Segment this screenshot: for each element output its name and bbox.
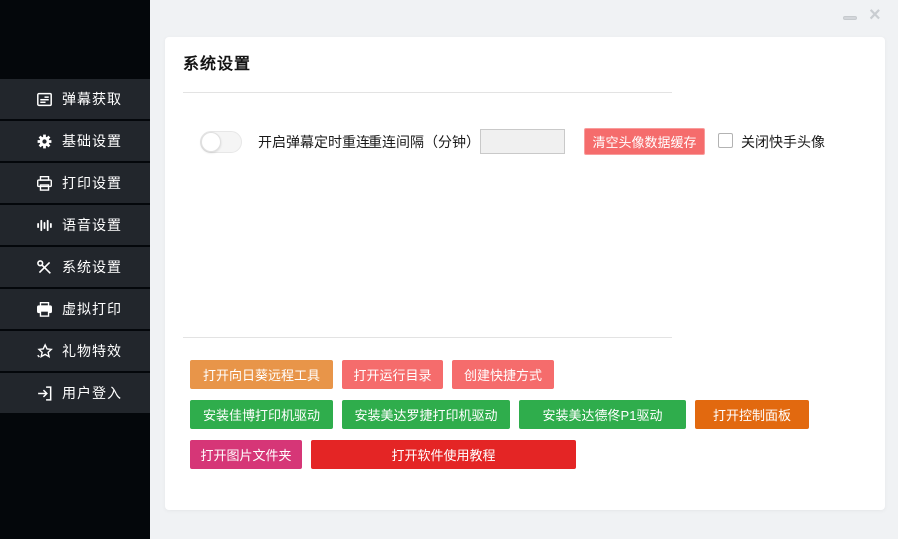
page-title: 系统设置 <box>183 50 251 74</box>
sidebar-item-voice-settings[interactable]: 语音设置 <box>0 205 150 245</box>
sidebar-item-label: 系统设置 <box>62 257 122 277</box>
action-button-rows: 打开向日葵远程工具 打开运行目录 创建快捷方式 安装佳博打印机驱动 安装美达罗捷… <box>190 360 809 480</box>
sidebar-item-label: 打印设置 <box>62 173 122 193</box>
sidebar-item-label: 礼物特效 <box>62 341 122 361</box>
settings-panel: 系统设置 开启弹幕定时重连 重连间隔（分钟） 清空头像数据缓存 关闭快手头像 打… <box>165 37 885 510</box>
gear-icon <box>36 133 53 150</box>
sidebar-item-basic-settings[interactable]: 基础设置 <box>0 121 150 161</box>
install-jiabo-printer-driver-button[interactable]: 安装佳博打印机驱动 <box>190 400 333 429</box>
divider <box>183 337 672 338</box>
action-row-2: 安装佳博打印机驱动 安装美达罗捷打印机驱动 安装美达德佟P1驱动 打开控制面板 <box>190 400 809 429</box>
open-control-panel-button[interactable]: 打开控制面板 <box>695 400 809 429</box>
sidebar-item-gift-effects[interactable]: 礼物特效 <box>0 331 150 371</box>
reconnect-interval-input[interactable] <box>480 129 565 154</box>
sidebar-item-label: 基础设置 <box>62 131 122 151</box>
open-run-directory-button[interactable]: 打开运行目录 <box>342 360 443 389</box>
minimize-button[interactable] <box>836 0 864 30</box>
divider <box>183 92 672 93</box>
sidebar-item-label: 用户登入 <box>62 383 122 403</box>
create-shortcut-button[interactable]: 创建快捷方式 <box>452 360 554 389</box>
voice-wave-icon <box>36 217 53 234</box>
close-icon: × <box>869 2 881 28</box>
danmaku-list-icon <box>36 91 53 108</box>
open-sunflower-remote-button[interactable]: 打开向日葵远程工具 <box>190 360 333 389</box>
action-row-1: 打开向日葵远程工具 打开运行目录 创建快捷方式 <box>190 360 809 389</box>
sidebar-item-label: 语音设置 <box>62 215 122 235</box>
close-kuaishou-avatar-label: 关闭快手头像 <box>741 134 825 150</box>
sidebar-item-user-login[interactable]: 用户登入 <box>0 373 150 413</box>
action-row-3: 打开图片文件夹 打开软件使用教程 <box>190 440 809 469</box>
virtual-printer-icon <box>36 301 53 318</box>
app-window: 弹幕获取 基础设置 <box>0 0 898 539</box>
login-icon <box>36 385 53 402</box>
reconnect-interval-label: 重连间隔（分钟） <box>368 134 480 150</box>
sidebar-item-system-settings[interactable]: 系统设置 <box>0 247 150 287</box>
sidebar-nav: 弹幕获取 基础设置 <box>0 79 150 415</box>
toggle-knob <box>201 132 221 152</box>
install-meida-luojie-printer-driver-button[interactable]: 安装美达罗捷打印机驱动 <box>342 400 510 429</box>
gift-star-icon <box>36 343 53 360</box>
sidebar: 弹幕获取 基础设置 <box>0 0 150 539</box>
clear-avatar-cache-button[interactable]: 清空头像数据缓存 <box>584 128 705 155</box>
danmaku-reconnect-toggle[interactable] <box>200 131 242 153</box>
minimize-icon <box>843 16 857 20</box>
sidebar-item-danmaku-capture[interactable]: 弹幕获取 <box>0 79 150 119</box>
printer-icon <box>36 175 53 192</box>
open-software-tutorial-button[interactable]: 打开软件使用教程 <box>311 440 576 469</box>
tools-icon <box>36 259 53 276</box>
close-kuaishou-avatar-checkbox[interactable] <box>718 133 733 148</box>
install-meida-detong-p1-driver-button[interactable]: 安装美达德佟P1驱动 <box>519 400 686 429</box>
sidebar-item-print-settings[interactable]: 打印设置 <box>0 163 150 203</box>
sidebar-item-virtual-print[interactable]: 虚拟打印 <box>0 289 150 329</box>
sidebar-item-label: 弹幕获取 <box>62 89 122 109</box>
titlebar: × <box>150 0 898 37</box>
sidebar-item-label: 虚拟打印 <box>62 299 122 319</box>
reconnect-toggle-label: 开启弹幕定时重连 <box>258 134 370 150</box>
close-button[interactable]: × <box>864 0 892 30</box>
open-image-folder-button[interactable]: 打开图片文件夹 <box>190 440 302 469</box>
